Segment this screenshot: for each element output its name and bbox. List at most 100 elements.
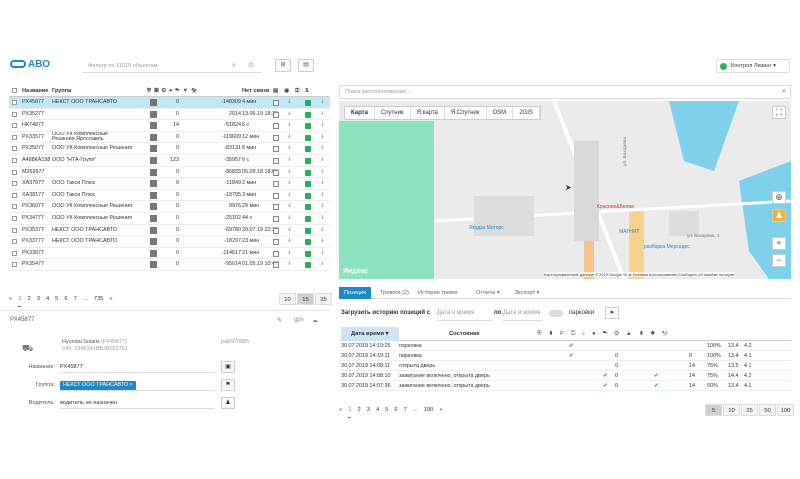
document-icon[interactable]: [273, 262, 279, 269]
table-row[interactable]: НК74877 14 -51824 6 с ⤓ ⤓: [9, 120, 330, 132]
download-icon[interactable]: ⤓: [321, 225, 327, 231]
driver-field[interactable]: водитель не назначен: [60, 397, 215, 409]
table-row[interactable]: М269977 0 -86833 05.09.18 18:09 ⤓ ⤓: [9, 167, 330, 179]
download-icon[interactable]: ⤓: [288, 143, 294, 149]
page-link[interactable]: ...: [413, 403, 418, 417]
download-icon[interactable]: ⤓: [288, 225, 294, 231]
row-checkbox[interactable]: [12, 250, 17, 256]
page-link[interactable]: »: [439, 403, 442, 417]
row-checkbox[interactable]: [12, 181, 17, 187]
map-tab[interactable]: Карта: [345, 107, 375, 119]
download-icon[interactable]: ⤓: [288, 248, 294, 254]
lock-icon[interactable]: [305, 111, 311, 118]
page-size-25[interactable]: 25: [315, 293, 332, 305]
table-row[interactable]: РХ36077 ООО УК Комплексные Решения 0 997…: [9, 201, 330, 213]
user-menu[interactable]: Контрол Лизинг ▾: [716, 59, 790, 73]
row-checkbox[interactable]: [12, 227, 17, 233]
page-link[interactable]: 4: [376, 403, 379, 417]
download-icon[interactable]: ⤓: [321, 190, 327, 196]
view-toggle-button[interactable]: ⊞: [275, 59, 291, 72]
table-row[interactable]: РХ33777 НЕКСТ ООО ТРАНСАВТО 0 -18297 23 …: [9, 236, 330, 248]
document-icon[interactable]: [273, 123, 279, 130]
table-row[interactable]: РХ35077 ООО УК Комплексные Решения 0 -83…: [9, 143, 330, 155]
download-icon[interactable]: ⤓: [321, 120, 327, 126]
download-icon[interactable]: ⤓: [321, 201, 327, 207]
lock-icon[interactable]: [305, 227, 311, 234]
page-size-25[interactable]: 25: [741, 404, 758, 416]
page-link[interactable]: «: [9, 292, 12, 306]
map-tab[interactable]: Спутник: [375, 107, 411, 119]
download-icon[interactable]: ⤓: [288, 155, 294, 161]
page-link[interactable]: 735: [94, 292, 104, 306]
download-icon[interactable]: ⤓: [321, 167, 327, 173]
download-icon[interactable]: ⤓: [321, 248, 327, 254]
page-link[interactable]: »: [109, 292, 112, 306]
save-icon[interactable]: ▣: [221, 361, 235, 373]
document-icon[interactable]: [273, 227, 279, 234]
locate-icon[interactable]: ⊕: [772, 191, 786, 204]
lock-icon[interactable]: [305, 204, 311, 211]
row-checkbox[interactable]: [12, 204, 17, 210]
vehicle-marker-icon[interactable]: ➤: [565, 183, 572, 192]
settings-tab-icon[interactable]: ✎: [277, 317, 282, 324]
logo[interactable]: АВО: [10, 59, 50, 70]
document-icon[interactable]: [273, 157, 279, 164]
zoom-out-button[interactable]: −: [772, 254, 786, 267]
tab-position[interactable]: Позиция: [339, 287, 372, 299]
page-link[interactable]: 2: [357, 403, 360, 417]
col-date[interactable]: Дата время ▾: [341, 327, 399, 341]
lock-icon[interactable]: [305, 181, 311, 188]
map-tab[interactable]: 2GIS: [513, 107, 540, 119]
download-icon[interactable]: ⤓: [288, 120, 294, 126]
lock-icon[interactable]: [305, 169, 311, 176]
page-link[interactable]: 3: [367, 403, 370, 417]
document-icon[interactable]: [273, 250, 279, 257]
row-checkbox[interactable]: [12, 111, 17, 117]
lock-icon[interactable]: [305, 146, 311, 153]
download-icon[interactable]: ⤓: [288, 132, 294, 138]
row-checkbox[interactable]: [12, 100, 17, 105]
group-field[interactable]: НЕКСТ ООО ТРАНСАВТО ×: [60, 379, 215, 391]
document-icon[interactable]: [273, 181, 279, 188]
table-row[interactable]: 30.07.2019 14:08:11 открыта дверь 0 14 7…: [339, 361, 791, 371]
download-icon[interactable]: ⤓: [321, 259, 327, 265]
document-icon[interactable]: [273, 239, 279, 246]
download-icon[interactable]: ⤓: [321, 213, 327, 219]
table-row[interactable]: РХ35277 0 2014 13.06.19 18:32 ⤓ ⤓: [9, 109, 330, 121]
page-link[interactable]: 1: [18, 292, 22, 307]
map-tab[interactable]: Я.Спутник: [445, 107, 487, 119]
document-icon[interactable]: [273, 204, 279, 211]
table-row[interactable]: 30.07.2019 14:19:25 парковка ✔ 100% 13.4…: [339, 341, 791, 351]
send-icon[interactable]: ➤: [605, 307, 619, 319]
page-size-50[interactable]: 50: [759, 404, 776, 416]
page-link[interactable]: 2: [27, 292, 30, 306]
search-icon[interactable]: ⌕: [232, 59, 236, 73]
search-icon[interactable]: ⌕: [782, 86, 786, 98]
row-checkbox[interactable]: [12, 262, 17, 268]
row-checkbox[interactable]: [12, 239, 17, 245]
map[interactable]: Карта Спутник Я.карта Я.Спутник OSM 2GIS ⛶ ⊕ …: [339, 101, 791, 279]
download-icon[interactable]: ⤓: [288, 201, 294, 207]
lock-icon[interactable]: [305, 262, 311, 269]
page-size-100[interactable]: 100: [777, 404, 794, 416]
download-icon[interactable]: ⤓: [288, 178, 294, 184]
group-tag[interactable]: НЕКСТ ООО ТРАНСАВТО ×: [60, 381, 136, 390]
row-checkbox[interactable]: [12, 169, 17, 175]
lock-icon[interactable]: [305, 215, 311, 222]
cloud-tab-icon[interactable]: ☁: [312, 317, 318, 324]
col-group[interactable]: Группа: [52, 85, 71, 97]
tab-reports[interactable]: Отчеты ▾: [471, 287, 505, 299]
map-tab[interactable]: OSM: [487, 107, 514, 119]
download-icon[interactable]: ⤓: [288, 167, 294, 173]
table-row[interactable]: 30.07.2019 14:07:36 зажигание включено, …: [339, 381, 791, 391]
page-link[interactable]: 5: [55, 292, 58, 306]
download-icon[interactable]: ⤓: [288, 259, 294, 265]
location-search-input[interactable]: Поиск местоположения... ⌕: [339, 85, 791, 99]
lock-icon[interactable]: [305, 192, 311, 199]
tab-alarm-history[interactable]: История тревог: [413, 287, 463, 299]
date-from-input[interactable]: Дата и время: [437, 306, 492, 321]
name-field[interactable]: РХ45877: [60, 361, 215, 373]
zoom-in-button[interactable]: +: [772, 237, 786, 250]
download-icon[interactable]: ⤓: [321, 178, 327, 184]
table-view-button[interactable]: ▤: [298, 59, 314, 72]
